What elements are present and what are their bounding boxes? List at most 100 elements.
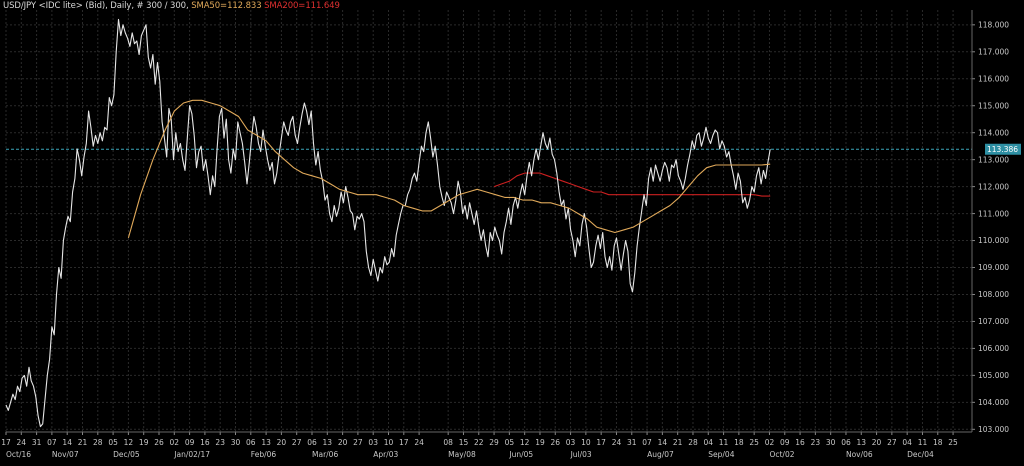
x-tick-label: 12 <box>124 438 134 447</box>
x-tick-label: 13 <box>323 438 333 447</box>
x-tick-label: 26 <box>550 438 560 447</box>
x-tick-label: 20 <box>872 438 882 447</box>
x-tick-label: 12 <box>520 438 530 447</box>
x-tick-label: 17 <box>1 438 11 447</box>
current-price-badge-text: 113.386 <box>987 145 1018 154</box>
x-tick-label: 13 <box>856 438 866 447</box>
y-tick-label: 105.000 <box>978 371 1009 380</box>
month-label: Sep/04 <box>708 450 734 459</box>
month-label: Nov/06 <box>846 450 873 459</box>
x-tick-label: 20 <box>277 438 287 447</box>
y-tick-label: 113.000 <box>978 155 1009 164</box>
x-tick-label: 16 <box>200 438 210 447</box>
x-tick-label: 10 <box>384 438 394 447</box>
sma200-series-line <box>493 172 771 197</box>
x-tick-label: 05 <box>505 438 515 447</box>
x-tick-label: 19 <box>139 438 149 447</box>
x-tick-label: 14 <box>658 438 668 447</box>
x-tick-label: 06 <box>307 438 317 447</box>
y-tick-label: 114.000 <box>978 128 1009 137</box>
y-tick-label: 110.000 <box>978 236 1009 245</box>
x-tick-label: 17 <box>596 438 606 447</box>
x-tick-label: 06 <box>246 438 256 447</box>
x-tick-label: 27 <box>292 438 302 447</box>
current-price-badge: 113.386 <box>985 143 1021 155</box>
y-tick-label: 112.000 <box>978 182 1009 191</box>
x-tick-label: 18 <box>734 438 744 447</box>
month-label: Jun/05 <box>508 450 533 459</box>
x-tick-label: 26 <box>154 438 164 447</box>
x-tick-label: 28 <box>688 438 698 447</box>
y-tick-label: 115.000 <box>978 101 1009 110</box>
month-label: Dec/04 <box>907 450 934 459</box>
month-label: Mar/06 <box>312 450 338 459</box>
y-tick-label: 117.000 <box>978 47 1009 56</box>
x-tick-label: 04 <box>703 438 713 447</box>
x-tick-label: 21 <box>673 438 683 447</box>
x-tick-label: 21 <box>78 438 88 447</box>
x-tick-label: 29 <box>489 438 499 447</box>
y-tick-label: 104.000 <box>978 398 1009 407</box>
x-tick-label: 24 <box>17 438 27 447</box>
x-tick-label: 31 <box>32 438 42 447</box>
month-label: Aug/07 <box>647 450 674 459</box>
x-tick-label: 04 <box>902 438 912 447</box>
x-tick-label: 09 <box>185 438 195 447</box>
month-label: Jul/03 <box>570 450 592 459</box>
month-label: Apr/03 <box>373 450 398 459</box>
x-tick-label: 23 <box>215 438 225 447</box>
x-tick-label: 02 <box>765 438 775 447</box>
x-tick-label: 20 <box>338 438 348 447</box>
x-tick-label: 16 <box>795 438 805 447</box>
x-tick-label: 19 <box>535 438 545 447</box>
month-label: Dec/05 <box>113 450 140 459</box>
x-tick-label: 11 <box>719 438 729 447</box>
x-tick-label: 24 <box>612 438 622 447</box>
x-tick-label: 28 <box>93 438 103 447</box>
y-tick-label: 109.000 <box>978 263 1009 272</box>
y-tick-label: 106.000 <box>978 344 1009 353</box>
x-tick-label: 23 <box>811 438 821 447</box>
x-tick-label: 22 <box>474 438 484 447</box>
x-tick-label: 07 <box>47 438 57 447</box>
month-label: Jan/02/17 <box>173 450 210 459</box>
x-tick-label: 15 <box>459 438 469 447</box>
price-chart[interactable]: 103.000 104.000 105.000 106.000 107.000 108.0… <box>0 0 1024 466</box>
y-tick-label: 116.000 <box>978 74 1009 83</box>
x-tick-label: 03 <box>566 438 576 447</box>
x-tick-label: 27 <box>887 438 897 447</box>
x-tick-label: 08 <box>443 438 453 447</box>
month-label: Oct/16 <box>6 450 31 459</box>
month-label: Nov/07 <box>52 450 79 459</box>
x-tick-label: 24 <box>414 438 424 447</box>
y-tick-label: 118.000 <box>978 21 1009 30</box>
x-tick-label: 17 <box>399 438 409 447</box>
x-tick-label: 09 <box>780 438 790 447</box>
x-tick-label: 14 <box>62 438 72 447</box>
sma50-series-line <box>127 99 771 239</box>
month-label: Feb/06 <box>251 450 277 459</box>
x-tick-label: 25 <box>948 438 958 447</box>
grid <box>5 10 972 432</box>
x-tick-label: 02 <box>170 438 180 447</box>
x-tick-label: 18 <box>933 438 943 447</box>
month-label: May/08 <box>448 450 476 459</box>
month-label: Oct/02 <box>769 450 794 459</box>
x-tick-label: 31 <box>627 438 637 447</box>
y-tick-label: 111.000 <box>978 209 1009 218</box>
x-tick-label: 03 <box>368 438 378 447</box>
x-tick-label: 05 <box>108 438 118 447</box>
axes: 103.000 104.000 105.000 106.000 107.000 108.0… <box>1 10 1009 459</box>
x-tick-label: 11 <box>918 438 928 447</box>
y-tick-label: 107.000 <box>978 317 1009 326</box>
x-tick-label: 10 <box>581 438 591 447</box>
x-tick-label: 25 <box>749 438 759 447</box>
y-tick-label: 108.000 <box>978 290 1009 299</box>
y-tick-label: 103.000 <box>978 425 1009 434</box>
x-tick-label: 13 <box>261 438 271 447</box>
x-tick-label: 06 <box>841 438 851 447</box>
x-tick-label: 30 <box>826 438 836 447</box>
x-tick-label: 07 <box>642 438 652 447</box>
x-tick-label: 27 <box>353 438 363 447</box>
x-tick-label: 30 <box>231 438 241 447</box>
